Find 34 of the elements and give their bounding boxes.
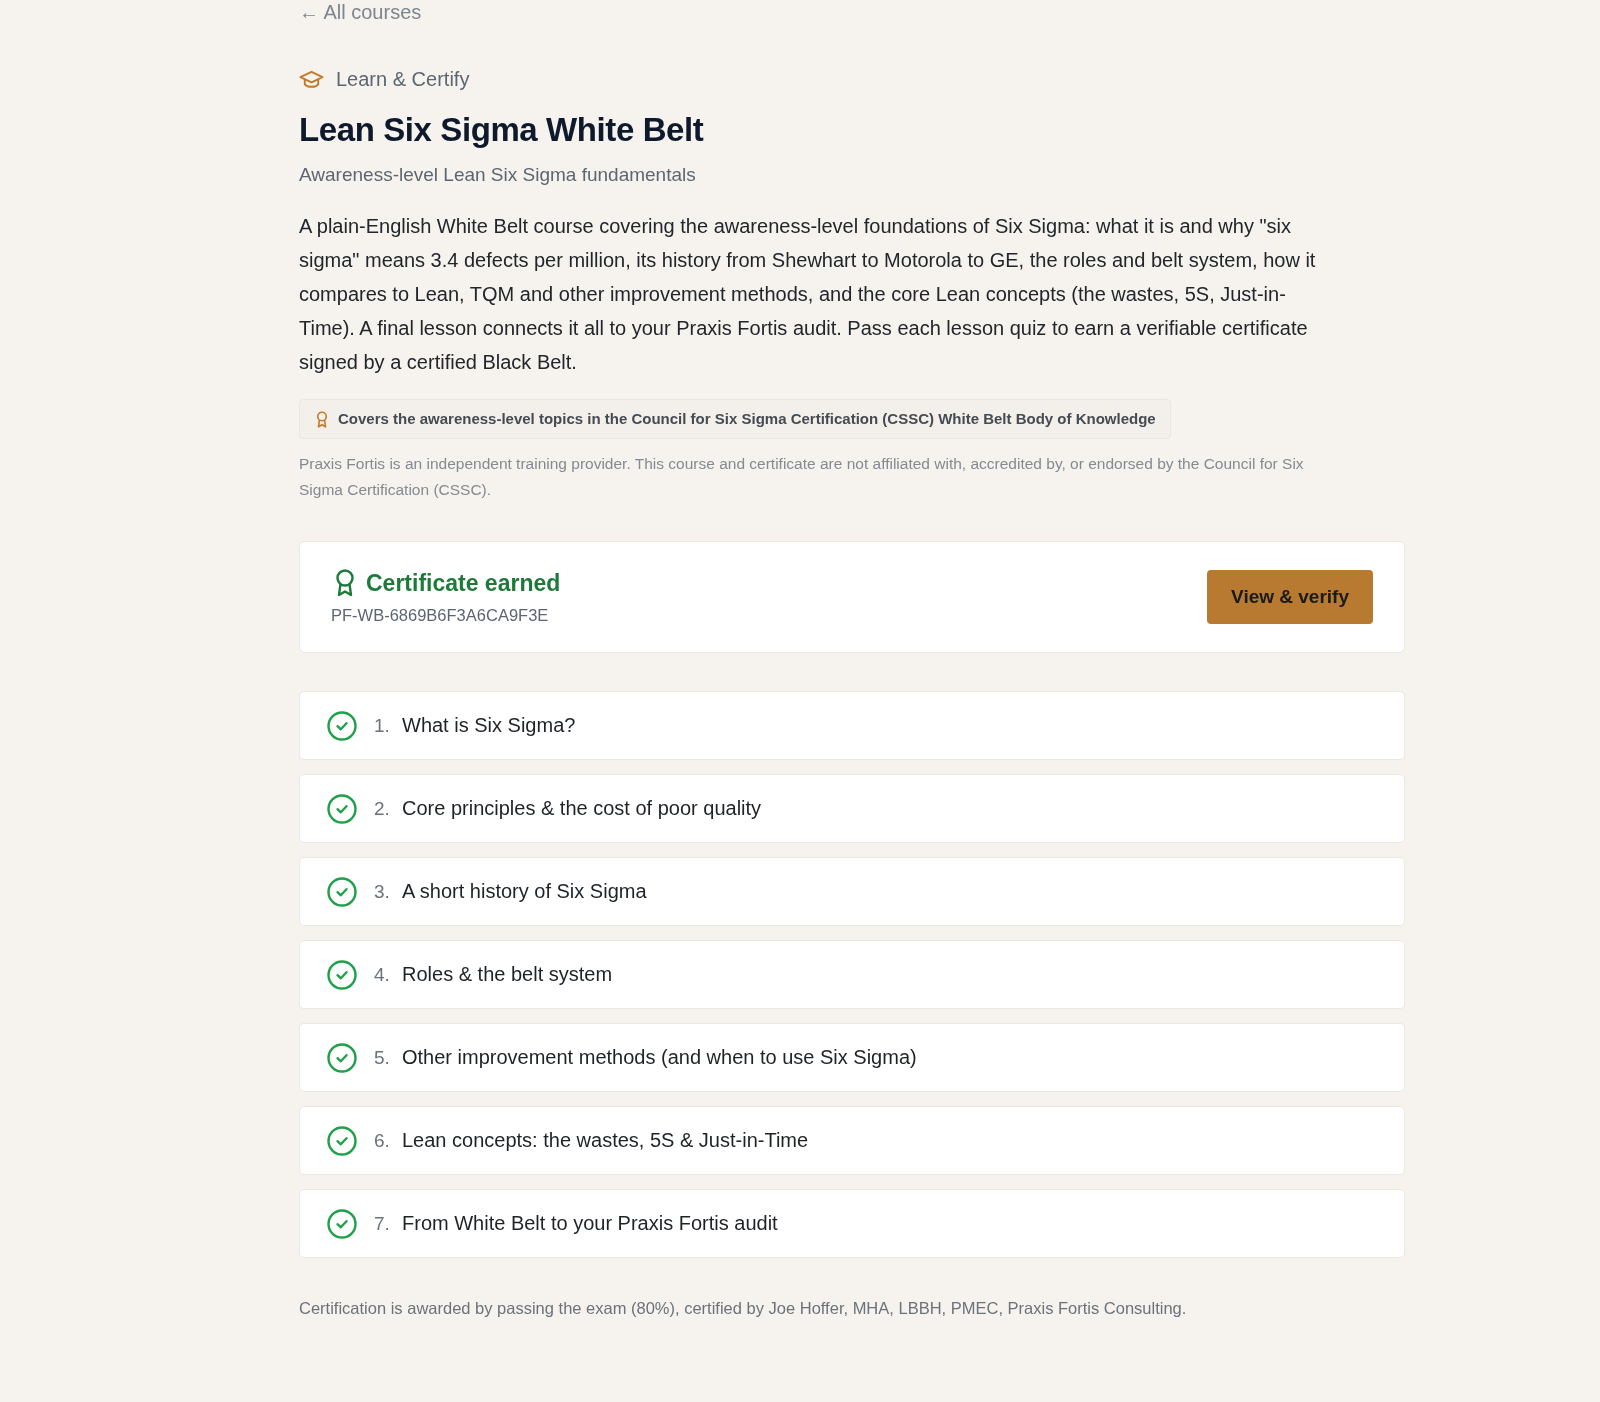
course-subtitle: Awareness-level Lean Six Sigma fundamentals [299, 163, 697, 187]
lesson-number: 1. [374, 714, 391, 737]
lesson-row[interactable]: 1. What is Six Sigma? [299, 691, 1405, 760]
lesson-title: Other improvement methods (and when to use Six Sigma) [402, 1046, 917, 1069]
lesson-number: 3. [374, 880, 391, 903]
lesson-number: 7. [374, 1212, 391, 1235]
eyebrow-label: Learn & Certify [336, 67, 470, 92]
lesson-number: 4. [374, 963, 391, 986]
course-description: A plain-English White Belt course covering the awareness-level foundations of Six Sigma: what it is and why "six sigma" means 3.4 defects per million, its history from Shewhart to Motorola to GE, the roles and belt system, how it compares to Lean, TQM and other improvement methods, and the core Lean concepts (the wastes, 5S, Just-in-Time). A final lesson connects it all to your Praxis Fortis audit. Pass each lesson quiz to earn a verifiable certificate signed by a certified Black Belt. [299, 214, 1317, 375]
lesson-row[interactable]: 6. Lean concepts: the wastes, 5S & Just-in-Time [299, 1106, 1405, 1175]
graduation-cap-icon [299, 69, 324, 89]
lesson-number: 2. [374, 797, 391, 820]
lesson-number: 5. [374, 1046, 391, 1069]
lesson-row[interactable]: 2. Core principles & the cost of poor quality [299, 774, 1405, 843]
lesson-row[interactable]: 3. A short history of Six Sigma [299, 857, 1405, 926]
lesson-title: Roles & the belt system [402, 963, 613, 986]
lesson-title: A short history of Six Sigma [402, 880, 647, 903]
lesson-title: From White Belt to your Praxis Fortis audit [402, 1212, 778, 1235]
lesson-row[interactable]: 4. Roles & the belt system [299, 940, 1405, 1009]
lesson-title: Core principles & the cost of poor quality [402, 797, 762, 820]
lesson-row[interactable]: 7. From White Belt to your Praxis Fortis audit [299, 1189, 1405, 1258]
lesson-title: Lean concepts: the wastes, 5S & Just-in-Time [402, 1129, 809, 1152]
certification-note: Certification is awarded by passing the exam (80%), certified by Joe Hoffer, MHA, LBBH, PMEC, Praxis Fortis Consulting. [299, 1298, 1188, 1319]
view-verify-button[interactable]: View & verify [1207, 570, 1373, 624]
award-icon [335, 569, 355, 597]
certificate-status: Certificate earned [366, 569, 561, 598]
disclaimer-text: Praxis Fortis is an independent training provider. This course and certificate are not affiliated with, accredited by, or endorsed by the Council for Six Sigma Certification (CSSC). [299, 454, 1305, 500]
award-icon [316, 410, 328, 428]
certificate-code: PF-WB-6869B6F3A6CA9F3E [331, 605, 550, 626]
lesson-title: What is Six Sigma? [402, 714, 576, 737]
lesson-number: 6. [374, 1129, 391, 1152]
coverage-text: Covers the awareness-level topics in the Council for Six Sigma Certification (CSSC) White Belt Body of Knowledge [338, 410, 1156, 428]
lesson-row[interactable]: 5. Other improvement methods (and when to use Six Sigma) [299, 1023, 1405, 1092]
course-title: Lean Six Sigma White Belt [299, 110, 705, 150]
